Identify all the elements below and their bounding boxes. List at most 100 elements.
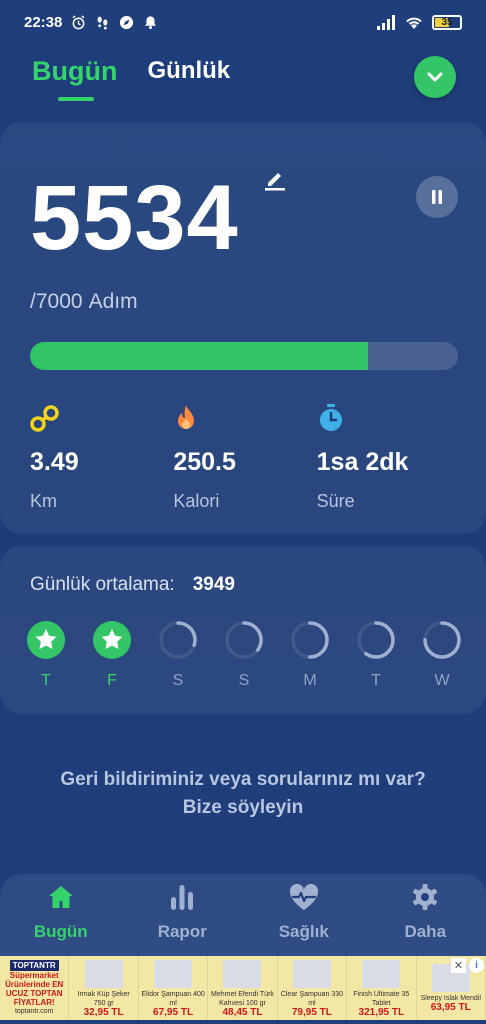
step-count: 5534 [30, 167, 239, 269]
duration-value: 1sa 2dk [316, 448, 409, 476]
day-progress-ring [225, 621, 263, 659]
weekday-label: F [107, 672, 117, 689]
weekday-label: M [303, 672, 317, 689]
star-icon [93, 621, 131, 659]
weekday-label: S [238, 672, 250, 689]
weekday-item[interactable]: S [158, 620, 198, 690]
flame-icon [178, 405, 195, 429]
weekday-label: S [172, 672, 184, 689]
distance-value: 3.49 [30, 448, 79, 476]
ad-info-icon[interactable]: i [469, 958, 484, 973]
weekday-item[interactable]: T [356, 620, 396, 690]
nav-label-today: Bugün [33, 922, 88, 941]
edit-icon[interactable] [262, 166, 288, 197]
signal-icon [377, 14, 395, 30]
gear-icon [413, 884, 438, 910]
ad-product-name: Irmak Küp Şeker 750 gr [77, 990, 130, 1007]
bottom-nav: Bugün Rapor Sağlık Daha [0, 874, 486, 956]
ad-slogan: Süpermarket Ürünlerinde EN UCUZ TOPTAN F… [5, 971, 64, 1007]
nav-item-today[interactable]: Bugün [0, 874, 122, 956]
step-goal: /7000 Adım [30, 290, 138, 314]
tab-daily[interactable]: Günlük [147, 57, 230, 101]
weekday-progress-row: TFSSMTW [26, 620, 462, 690]
ad-product-name: Clear Şampuan 330 ml [280, 990, 344, 1007]
distance-icon [30, 405, 59, 432]
day-progress-ring [423, 621, 461, 659]
header-tabs: Bugün Günlük [32, 56, 230, 101]
ad-product-name: Elidor Şampuan 400 ml [141, 990, 205, 1007]
weekday-item[interactable]: M [290, 620, 330, 690]
status-bar: 22:38 35 [0, 0, 486, 44]
day-progress-ring [291, 621, 329, 659]
day-progress-ring [159, 621, 197, 659]
ad-banner[interactable]: TOPTANTR Süpermarket Ürünlerinde EN UCUZ… [0, 956, 486, 1020]
nav-label-more: Daha [404, 922, 447, 941]
ad-product-price: 32,95 TL [83, 1006, 124, 1018]
feedback-line-2: Bize söyleyin [182, 797, 304, 818]
weekday-item[interactable]: T [26, 620, 66, 690]
tab-today[interactable]: Bugün [32, 56, 117, 101]
bell-icon [145, 15, 157, 29]
ad-site: toptantr.com [14, 1008, 54, 1015]
alarm-icon [72, 14, 85, 29]
bar-chart-icon [171, 885, 194, 910]
star-icon [27, 621, 65, 659]
stats-row: 3.49 Km 250.5 Kalori 1sa 2dk Süre [30, 402, 460, 512]
ad-close-icon[interactable]: ✕ [451, 958, 466, 973]
battery-level: 35 [441, 16, 453, 28]
weekday-item[interactable]: F [92, 620, 132, 690]
check-icon [427, 72, 443, 82]
clock-icon [319, 404, 342, 431]
feedback-line-1: Geri bildiriminiz veya sorularınız mı va… [60, 769, 426, 790]
stat-distance: 3.49 Km [30, 402, 173, 512]
ad-brand: TOPTANTR [9, 960, 59, 971]
stat-duration: 1sa 2dk Süre [317, 402, 460, 512]
footsteps-icon [98, 16, 108, 30]
ad-product: Irmak Küp Şeker 750 gr 32,95 TL [69, 956, 139, 1020]
weekday-item[interactable]: W [422, 620, 462, 690]
step-goal-value: /7000 [30, 290, 83, 313]
goal-check-button[interactable] [414, 56, 456, 98]
daily-average-label: Günlük ortalama: [30, 574, 175, 595]
ad-product-price: 48,45 TL [222, 1006, 263, 1018]
weekday-label: T [41, 672, 51, 689]
heart-pulse-icon [289, 883, 318, 910]
step-progress-fill [30, 342, 369, 370]
ad-product-price: 321,95 TL [358, 1006, 405, 1018]
ad-product: Elidor Şampuan 400 ml 67,95 TL [139, 956, 209, 1020]
weekday-label: W [434, 672, 450, 689]
steps-card: 5534 /7000 Adım 3.49 Km 250.5 Kalori 1sa… [0, 122, 486, 534]
duration-label: Süre [316, 491, 355, 511]
ad-product-name: Finish Ultimate 35 Tablet [353, 990, 410, 1007]
day-progress-ring [357, 621, 395, 659]
stat-calories: 250.5 Kalori [173, 402, 316, 512]
ad-product: Finish Ultimate 35 Tablet 321,95 TL [347, 956, 417, 1020]
step-goal-unit: Adım [88, 290, 138, 313]
feedback-link[interactable]: Geri bildiriminiz veya sorularınız mı va… [0, 766, 486, 822]
daily-average-card[interactable]: Günlük ortalama: 3949 T F S S M T W [0, 546, 486, 714]
ad-product-price: 67,95 TL [153, 1006, 194, 1018]
weekday-item[interactable]: S [224, 620, 264, 690]
ad-product-price: 63,95 TL [430, 1002, 471, 1013]
pause-button[interactable] [416, 176, 458, 218]
nav-item-health[interactable]: Sağlık [243, 874, 365, 956]
ad-product-price: 79,95 TL [291, 1006, 332, 1018]
distance-label: Km [30, 491, 57, 511]
status-time: 22:38 [24, 13, 63, 31]
nav-label-report: Rapor [157, 922, 207, 941]
home-icon [48, 886, 73, 908]
ad-product: Mehmet Efendi Türk Kahvesi 100 gr 48,45 T… [208, 956, 278, 1020]
step-progress-bar [30, 342, 458, 370]
nav-item-report[interactable]: Rapor [122, 874, 244, 956]
wifi-icon [406, 17, 422, 29]
nav-item-more[interactable]: Daha [365, 874, 486, 956]
calories-label: Kalori [173, 491, 220, 511]
compass-icon [120, 15, 134, 29]
ad-brand-slot: TOPTANTR Süpermarket Ürünlerinde EN UCUZ… [0, 956, 70, 1020]
calories-value: 250.5 [173, 448, 236, 476]
ad-product: Clear Şampuan 330 ml 79,95 TL [278, 956, 348, 1020]
pause-icon [432, 190, 442, 204]
ad-product-name: Mehmet Efendi Türk Kahvesi 100 gr [211, 990, 274, 1007]
battery-icon: 35 [432, 14, 462, 30]
daily-average-value: 3949 [192, 574, 235, 595]
